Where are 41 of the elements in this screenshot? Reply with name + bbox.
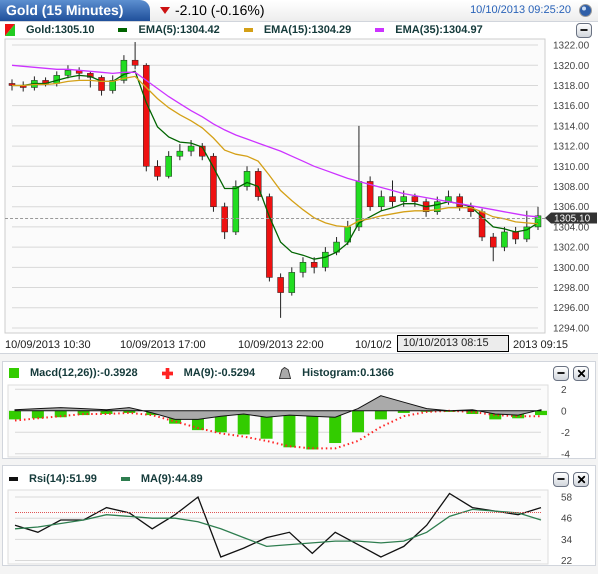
axis-label: 1294.00 bbox=[553, 323, 590, 334]
axis-label: 1302.00 bbox=[553, 242, 590, 254]
crosshair-label: 10/10/2013 08:15 bbox=[397, 335, 509, 352]
axis-label: 10/10/2 bbox=[355, 338, 392, 353]
axis-label: 1322.00 bbox=[553, 40, 590, 52]
axis-label: 1314.00 bbox=[553, 121, 590, 132]
axis-label: 1298.00 bbox=[553, 283, 590, 294]
legend-label: MA(9):44.89 bbox=[140, 472, 203, 487]
axis-label: 10/09/2013 22:00 bbox=[238, 338, 324, 353]
legend-label: Rsi(14):51.99 bbox=[29, 472, 97, 487]
axis-label: 10/09/2013 17:00 bbox=[120, 338, 206, 353]
axis-label: 1306.00 bbox=[553, 202, 590, 214]
legend-label: Histogram:0.1366 bbox=[302, 366, 394, 381]
legend-label: EMA(15):1304.29 bbox=[264, 22, 352, 38]
axis-label: 0 bbox=[561, 406, 567, 418]
axis-label: 46 bbox=[561, 514, 572, 525]
legend-label: Gold:1305.10 bbox=[26, 22, 94, 38]
legend-label: MA(9):-0.5294 bbox=[184, 366, 256, 381]
axis-label: 1312.00 bbox=[553, 142, 590, 153]
timestamp: 10/10/2013 09:25:20 bbox=[470, 3, 571, 18]
axis-label: 34 bbox=[561, 534, 572, 546]
legend-label: EMA(35):1304.97 bbox=[395, 22, 483, 38]
axis-label: 2 bbox=[561, 384, 567, 396]
axis-label: 58 bbox=[561, 492, 572, 504]
legend-label: EMA(5):1304.42 bbox=[138, 22, 220, 38]
axis-label: 10/09/2013 10:30 bbox=[5, 338, 91, 353]
price-change: -2.10 (-0.16%) bbox=[175, 1, 264, 20]
axis-label: 1320.00 bbox=[553, 60, 590, 72]
axis-label: -4 bbox=[561, 449, 570, 458]
axis-label: 1304.00 bbox=[553, 222, 590, 234]
legend-label: Macd(12,26)):-0.3928 bbox=[30, 366, 138, 381]
axis-label: 1318.00 bbox=[553, 80, 590, 92]
axis-label: 22 bbox=[561, 556, 572, 565]
axis-label: 2013 09:15 bbox=[513, 338, 568, 353]
axis-label: 1308.00 bbox=[553, 182, 590, 193]
axis-label: 1310.00 bbox=[553, 162, 590, 173]
axis-label: 1296.00 bbox=[553, 303, 590, 314]
axis-label: 1316.00 bbox=[553, 101, 590, 112]
price-tag: 1305.10 bbox=[545, 212, 597, 224]
axis-label: -2 bbox=[561, 428, 570, 439]
axis-label: 1300.00 bbox=[553, 262, 590, 274]
